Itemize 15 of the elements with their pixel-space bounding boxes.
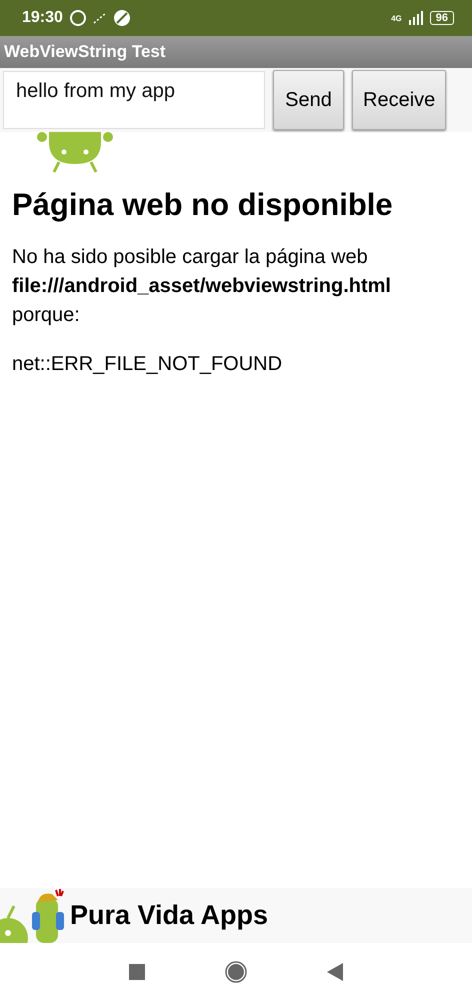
clock: 19:30: [22, 9, 63, 27]
back-icon[interactable]: [327, 962, 343, 980]
action-button[interactable]: Send: [273, 70, 344, 130]
recents-icon[interactable]: [129, 964, 145, 980]
page-heading: Página web no disponible: [12, 187, 394, 223]
error-code: net::ERR_FILE_NOT_FOUND: [12, 352, 284, 377]
home-icon[interactable]: [225, 960, 247, 982]
banner-title: Pura Vida Apps: [70, 900, 268, 931]
action-button[interactable]: Receive: [352, 70, 446, 130]
message-field[interactable]: hello from my app: [3, 71, 265, 129]
error-message: No ha sido posible cargar la página web file:///android_asset/webviewstring.html porque:: [12, 245, 392, 328]
signal-icon: [408, 11, 424, 25]
battery-indicator: 96: [430, 11, 454, 25]
app-title: WebViewString Test: [4, 42, 166, 62]
network-label: 4G: [391, 14, 402, 22]
